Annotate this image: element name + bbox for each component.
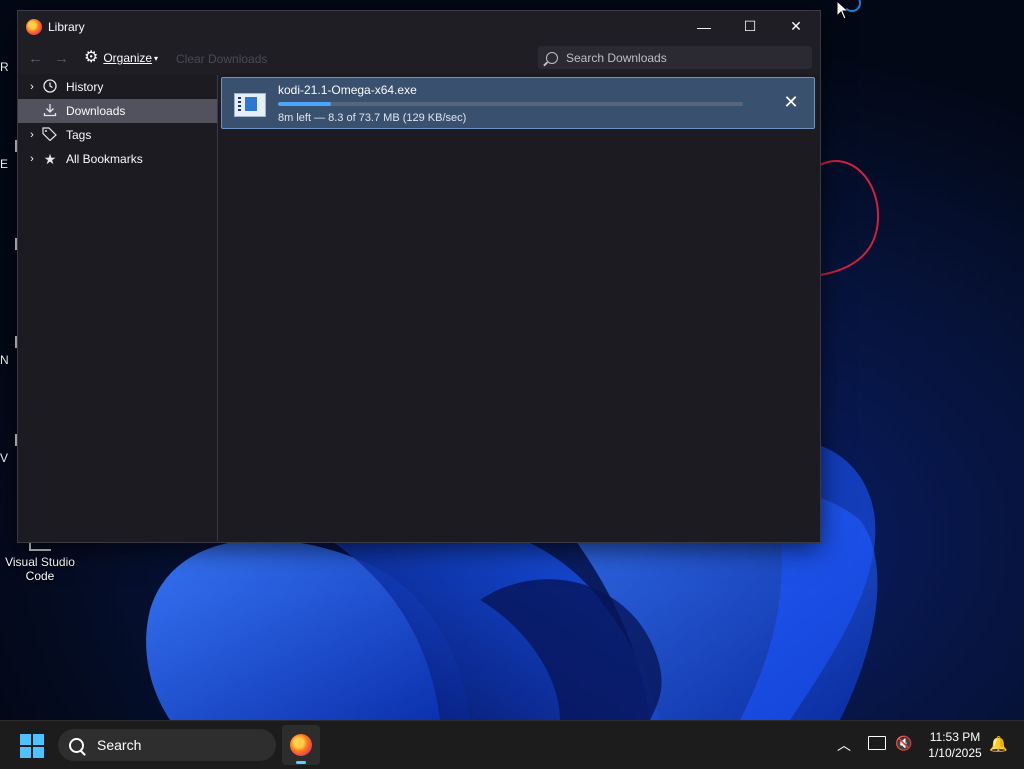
chevron-up-icon[interactable]: ︿ — [837, 735, 851, 755]
search-icon — [69, 737, 84, 753]
download-status: 8m left — 8.3 of 73.7 MB (129 KB/sec) — [278, 112, 467, 124]
desktop-icon-fragment[interactable] — [0, 336, 18, 348]
active-indicator — [296, 761, 306, 764]
library-window: Library — ☐ ✕ ← → ⚙ Organize ▾ Clear Dow… — [17, 10, 821, 543]
executable-file-icon — [234, 93, 266, 117]
taskbar-search-label: Search — [97, 737, 142, 753]
expand-arrow-icon[interactable]: › — [26, 129, 38, 141]
firefox-icon — [290, 734, 312, 756]
taskbar-firefox-button[interactable] — [282, 725, 320, 765]
start-button[interactable] — [20, 734, 44, 758]
cancel-download-button[interactable]: ✕ — [778, 89, 804, 115]
download-file-name: kodi-21.1-Omega-x64.exe — [278, 83, 417, 97]
sidebar-item-history[interactable]: › History — [18, 75, 217, 99]
sidebar-item-label: Downloads — [66, 104, 126, 118]
desktop-icon-fragment[interactable]: N — [0, 353, 18, 365]
organize-menu-button[interactable]: ⚙ Organize ▾ — [84, 50, 158, 66]
star-icon: ★ — [43, 150, 57, 167]
desktop-icon-label: Visual Studio Code — [5, 555, 75, 583]
tag-icon — [42, 126, 58, 144]
desktop-icon-fragment[interactable]: R — [0, 60, 18, 72]
taskbar-clock[interactable]: 11:53 PM 1/10/2025 — [918, 729, 992, 761]
library-sidebar: › History › Downloads › Tags › ★ All Boo… — [18, 75, 218, 541]
desktop-icon-fragment[interactable]: V — [0, 451, 18, 463]
clear-downloads-button[interactable]: Clear Downloads — [176, 52, 267, 66]
organize-label: Organize — [103, 51, 153, 65]
firefox-icon — [26, 18, 42, 35]
download-icon — [42, 103, 58, 120]
desktop-icon-fragment[interactable]: E — [0, 157, 18, 169]
maximize-button[interactable]: ☐ — [727, 11, 773, 42]
minimize-button[interactable]: — — [681, 11, 727, 42]
clock-icon — [42, 78, 58, 96]
sidebar-item-tags[interactable]: › Tags — [18, 123, 217, 147]
sidebar-item-label: All Bookmarks — [66, 152, 143, 166]
desktop-icon-fragment[interactable] — [0, 238, 18, 250]
downloads-list: kodi-21.1-Omega-x64.exe 8m left — 8.3 of… — [219, 75, 819, 541]
clock-time: 11:53 PM — [929, 730, 981, 744]
forward-arrow-icon[interactable]: → — [54, 50, 69, 67]
notification-bell-icon[interactable]: 🔔 — [989, 735, 1008, 753]
volume-muted-icon[interactable]: 🔇 — [895, 735, 912, 752]
close-button[interactable]: ✕ — [773, 11, 819, 42]
expand-arrow-icon[interactable]: › — [26, 153, 38, 165]
taskbar-search[interactable]: Search — [58, 729, 276, 761]
title-bar[interactable]: Library — ☐ ✕ — [18, 11, 820, 42]
window-title: Library — [48, 19, 85, 34]
search-input[interactable] — [564, 49, 812, 66]
search-icon — [546, 51, 558, 64]
sidebar-item-label: Tags — [66, 128, 92, 142]
gear-icon: ⚙ — [84, 49, 99, 66]
sidebar-item-downloads[interactable]: › Downloads — [18, 99, 217, 123]
download-progress-fill — [278, 102, 331, 106]
library-toolbar: ← → ⚙ Organize ▾ Clear Downloads — [18, 42, 820, 74]
back-arrow-icon[interactable]: ← — [28, 50, 43, 67]
search-box[interactable] — [538, 46, 812, 69]
desktop-icon-fragment[interactable] — [0, 434, 18, 446]
close-icon: ✕ — [783, 91, 799, 112]
desktop-icon-fragment[interactable] — [0, 140, 18, 152]
sidebar-item-all-bookmarks[interactable]: › ★ All Bookmarks — [18, 147, 217, 171]
clock-date: 1/10/2025 — [928, 746, 982, 760]
sidebar-item-label: History — [66, 80, 104, 94]
chevron-down-icon: ▾ — [154, 53, 159, 63]
network-icon[interactable] — [868, 736, 886, 750]
download-progress-bar — [278, 102, 743, 106]
download-item[interactable]: kodi-21.1-Omega-x64.exe 8m left — 8.3 of… — [221, 77, 815, 129]
expand-arrow-icon[interactable]: › — [26, 81, 38, 93]
taskbar: Search ︿ 🔇 11:53 PM 1/10/2025 🔔 — [0, 720, 1024, 769]
